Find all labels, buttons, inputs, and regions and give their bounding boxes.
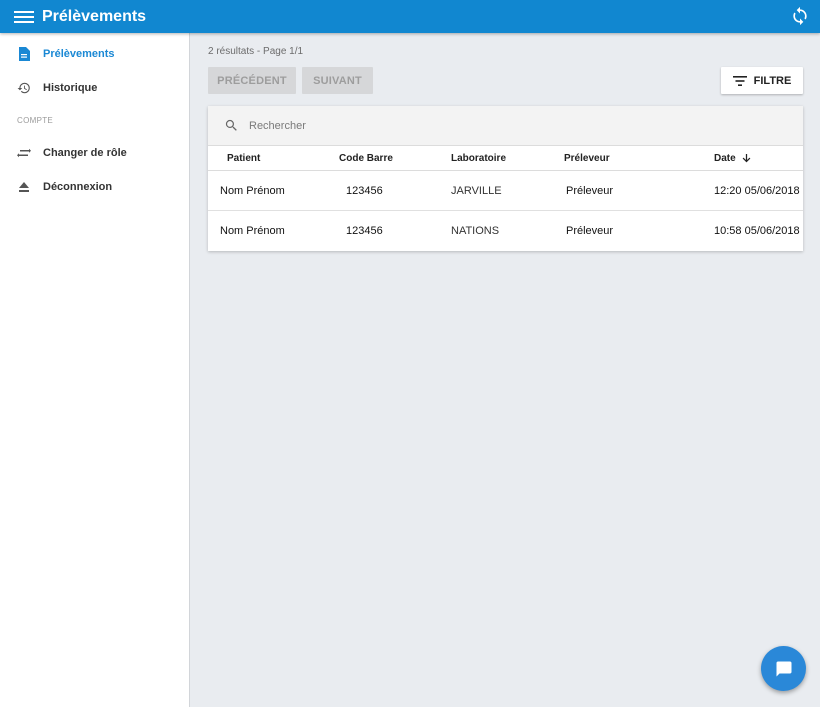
previous-button[interactable]: PRÉCÉDENT xyxy=(208,67,296,94)
column-header-laboratoire[interactable]: Laboratoire xyxy=(451,153,506,164)
cell-laboratoire: JARVILLE xyxy=(451,185,502,197)
results-count: 2 résultats - Page 1/1 xyxy=(208,46,304,57)
sidebar-item-deconnexion[interactable]: Déconnexion xyxy=(0,170,189,204)
app-bar: Prélèvements xyxy=(0,0,820,33)
document-icon xyxy=(17,47,31,61)
search-icon xyxy=(225,119,237,131)
next-button[interactable]: SUIVANT xyxy=(302,67,373,94)
sidebar-item-label: Prélèvements xyxy=(43,48,115,60)
search-bar xyxy=(208,106,803,146)
table-row[interactable]: Nom Prénom 123456 NATIONS Préleveur 10:5… xyxy=(208,211,803,251)
cell-laboratoire: NATIONS xyxy=(451,225,500,237)
results-table: Patient Code Barre Laboratoire Préleveur… xyxy=(208,106,803,251)
cell-code-barre: 123456 xyxy=(346,225,383,237)
cell-date: 12:20 05/06/2018 xyxy=(714,185,800,197)
column-header-code-barre[interactable]: Code Barre xyxy=(339,153,393,164)
menu-icon[interactable] xyxy=(14,10,34,24)
cell-patient: Nom Prénom xyxy=(220,225,285,237)
page-title: Prélèvements xyxy=(42,7,147,25)
column-header-preleveur[interactable]: Préleveur xyxy=(564,153,610,164)
sidebar-item-label: Historique xyxy=(43,82,98,94)
column-header-date[interactable]: Date xyxy=(714,153,751,164)
search-input[interactable] xyxy=(249,119,549,132)
sidebar-item-label: Déconnexion xyxy=(43,181,113,193)
section-label-compte: COMPTE xyxy=(17,116,54,125)
main-content: 2 résultats - Page 1/1 PRÉCÉDENT SUIVANT… xyxy=(191,33,820,707)
sidebar-item-prelevements[interactable]: Prélèvements xyxy=(0,37,189,71)
filter-button[interactable]: FILTRE xyxy=(721,67,803,94)
table-header: Patient Code Barre Laboratoire Préleveur… xyxy=(208,146,803,171)
eject-icon xyxy=(17,180,31,194)
column-header-date-label: Date xyxy=(714,153,736,164)
sidebar-item-historique[interactable]: Historique xyxy=(0,71,189,105)
swap-icon xyxy=(17,146,31,160)
column-header-patient[interactable]: Patient xyxy=(227,153,260,164)
history-icon xyxy=(17,81,31,95)
filter-label: FILTRE xyxy=(753,74,792,87)
cell-preleveur: Préleveur xyxy=(566,225,614,237)
cell-patient: Nom Prénom xyxy=(220,185,285,197)
arrow-down-icon xyxy=(742,154,751,163)
chat-icon xyxy=(776,661,791,676)
filter-icon xyxy=(732,75,747,86)
cell-date: 10:58 05/06/2018 xyxy=(714,225,800,237)
cell-code-barre: 123456 xyxy=(346,185,383,197)
sidebar-item-label: Changer de rôle xyxy=(43,147,127,159)
sync-icon[interactable] xyxy=(790,6,810,26)
chat-button[interactable] xyxy=(761,646,806,691)
cell-preleveur: Préleveur xyxy=(566,185,614,197)
sidebar: Prélèvements Historique COMPTE Changer d… xyxy=(0,33,190,707)
sidebar-item-changer-role[interactable]: Changer de rôle xyxy=(0,136,189,170)
table-row[interactable]: Nom Prénom 123456 JARVILLE Préleveur 12:… xyxy=(208,171,803,211)
